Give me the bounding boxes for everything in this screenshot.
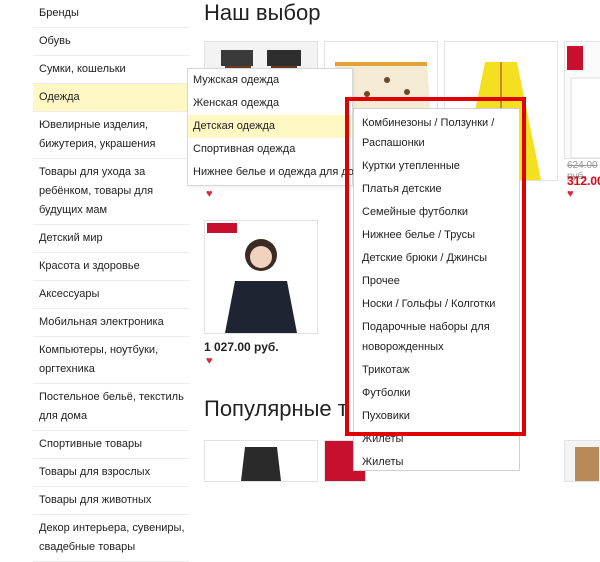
category-item-shoes[interactable]: Обувь xyxy=(33,28,189,56)
product-image[interactable] xyxy=(205,221,317,333)
category-menu: Бренды Обувь Сумки, кошельки Одежда Ювел… xyxy=(33,0,189,562)
favorite-heart-icon[interactable]: ♥ xyxy=(567,188,574,200)
section-title-our-choice: Наш выбор xyxy=(204,0,321,25)
category-item-bags[interactable]: Сумки, кошельки xyxy=(33,56,189,84)
category-item-computers[interactable]: Компьютеры, ноутбуки, оргтехника xyxy=(33,337,189,384)
product-card[interactable] xyxy=(564,440,600,482)
category-item-decor[interactable]: Декор интерьера, сувениры, свадебные тов… xyxy=(33,515,189,562)
product-image[interactable] xyxy=(205,441,317,481)
category-item-mobile[interactable]: Мобильная электроника xyxy=(33,309,189,337)
product-card[interactable] xyxy=(204,440,318,482)
section-title-popular: Популярные т xyxy=(204,396,348,421)
submenu-item-womens[interactable]: Женская одежда xyxy=(188,92,352,115)
clothing-submenu: Мужская одежда Женская одежда Детская од… xyxy=(187,68,368,186)
submenu-item-kids[interactable]: Детская одежда xyxy=(188,115,352,138)
category-item-baby-care[interactable]: Товары для ухода за ребёнком, товары для… xyxy=(33,159,189,225)
favorite-heart-icon[interactable]: ♥ xyxy=(206,355,213,367)
category-item-sports[interactable]: Спортивные товары xyxy=(33,431,189,459)
category-item-brands[interactable]: Бренды xyxy=(33,0,189,28)
favorite-heart-icon[interactable]: ♥ xyxy=(206,188,213,200)
category-item-jewelry[interactable]: Ювелирные изделия, бижутерия, украшения xyxy=(33,112,189,159)
category-item-accessories[interactable]: Аксессуары xyxy=(33,281,189,309)
product-card[interactable] xyxy=(204,220,318,334)
product-image[interactable] xyxy=(565,42,600,158)
product-card[interactable] xyxy=(564,41,600,159)
category-item-bedding[interactable]: Постельное бельё, текстиль для дома xyxy=(33,384,189,431)
submenu-item-mens[interactable]: Мужская одежда xyxy=(188,69,352,92)
product-image[interactable] xyxy=(565,441,600,481)
category-item-pets[interactable]: Товары для животных xyxy=(33,487,189,515)
category-item-kids-world[interactable]: Детский мир xyxy=(33,225,189,253)
category-item-clothing[interactable]: Одежда xyxy=(33,84,189,112)
category-item-adults[interactable]: Товары для взрослых xyxy=(33,459,189,487)
third-item-vests-2[interactable]: Жилеты xyxy=(354,452,519,472)
submenu-item-sports[interactable]: Спортивная одежда xyxy=(188,138,352,161)
product-price: 1 027.00 руб. xyxy=(204,340,279,354)
submenu-item-underwear[interactable]: Нижнее белье и одежда для дома xyxy=(188,161,368,184)
category-item-beauty[interactable]: Красота и здоровье xyxy=(33,253,189,281)
highlight-frame xyxy=(345,97,526,436)
new-price: 312.00 xyxy=(567,174,600,188)
